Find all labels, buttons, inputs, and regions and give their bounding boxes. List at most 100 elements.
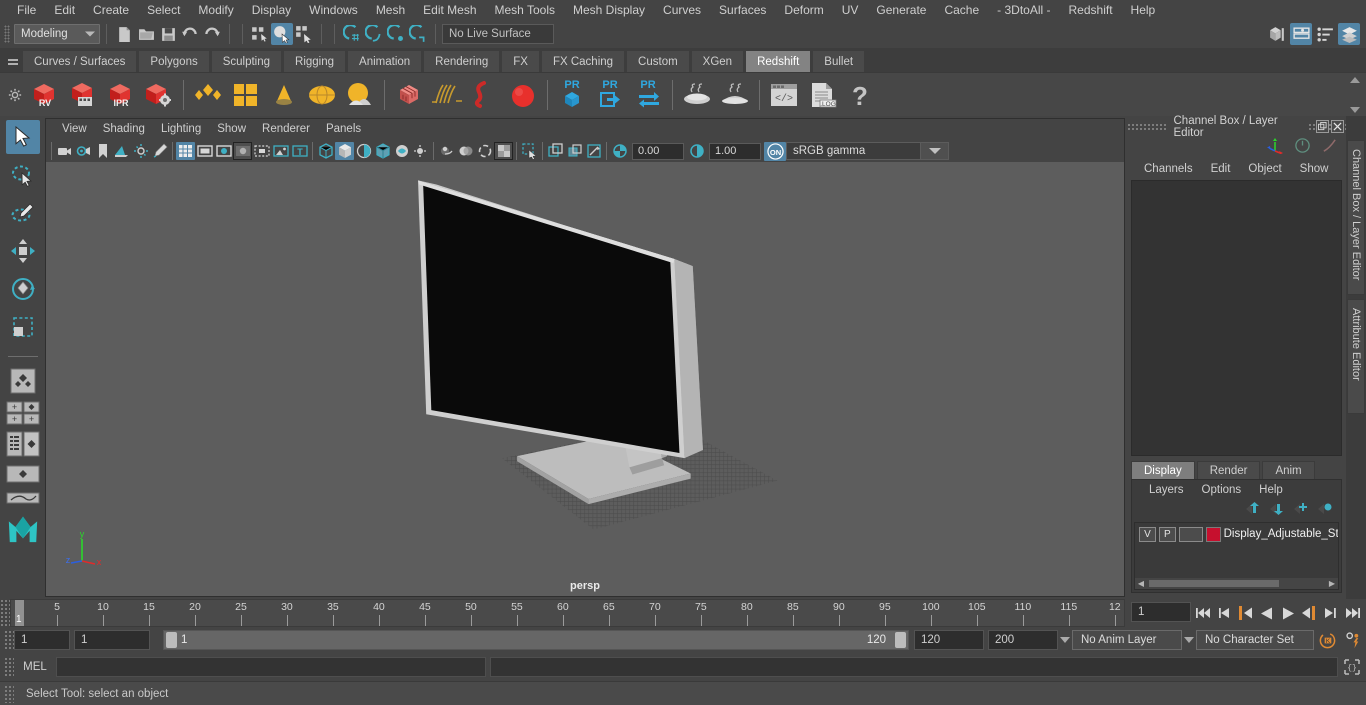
shelf-button-physical-sun[interactable] — [341, 75, 379, 115]
snap-to-curves-icon[interactable] — [363, 23, 385, 45]
menu-display[interactable]: Display — [243, 0, 300, 20]
lasso-select-tool-button[interactable] — [6, 158, 40, 192]
layer-color-swatch[interactable] — [1205, 526, 1221, 542]
film-gate-icon[interactable] — [195, 142, 214, 160]
shelf-tab-curves-surfaces[interactable]: Curves / Surfaces — [22, 50, 138, 72]
shelf-button-script-editor[interactable]: </> — [765, 75, 803, 115]
live-surface-field[interactable]: No Live Surface — [442, 24, 554, 44]
playback-end-time-field[interactable]: 120 — [914, 630, 984, 650]
channel-box-menu-show[interactable]: Show — [1291, 163, 1338, 175]
viewport-menu-renderer[interactable]: Renderer — [254, 119, 318, 140]
film-origin-icon[interactable] — [252, 142, 271, 160]
select-by-object-type-icon[interactable] — [271, 23, 293, 45]
menu-file[interactable]: File — [8, 0, 45, 20]
time-slider[interactable]: 1 5 10 15 20 25 30 35 40 45 50 55 60 65 70 75 80 85 90 95 1… — [10, 599, 1125, 627]
viewport-menu-lighting[interactable]: Lighting — [153, 119, 209, 140]
snap-to-projected-center-icon[interactable] — [407, 23, 429, 45]
menu-edit-mesh[interactable]: Edit Mesh — [414, 0, 485, 20]
shelf-button-pr-transfer[interactable]: PR — [629, 75, 667, 115]
shelf-button-hair[interactable] — [428, 75, 466, 115]
isolate-select-icon[interactable] — [520, 142, 539, 160]
range-slider-bar[interactable]: 1 120 — [163, 630, 909, 650]
smooth-shade-icon[interactable] — [335, 142, 354, 160]
menu-mesh-display[interactable]: Mesh Display — [564, 0, 654, 20]
step-back-keyframe-icon[interactable] — [1216, 602, 1234, 624]
select-tool-button[interactable] — [5, 120, 40, 154]
menu-mesh-tools[interactable]: Mesh Tools — [486, 0, 564, 20]
menu-redshift[interactable]: Redshift — [1060, 0, 1122, 20]
shelf-button-render-view[interactable]: RV — [26, 75, 64, 115]
channel-box-menu-object[interactable]: Object — [1239, 163, 1290, 175]
color-management-field[interactable]: sRGB gamma — [786, 142, 921, 160]
menu-cache[interactable]: Cache — [935, 0, 988, 20]
menu-uv[interactable]: UV — [833, 0, 868, 20]
layout-outliner-persp-button[interactable] — [6, 429, 40, 459]
command-language-label[interactable]: MEL — [14, 661, 56, 673]
scroll-right-arrow-icon[interactable]: ▶ — [1326, 578, 1338, 589]
auto-keyframe-icon[interactable]: K — [1314, 631, 1340, 650]
shelf-button-lights[interactable] — [189, 75, 227, 115]
layer-name[interactable]: Display_Adjustable_St — [1224, 528, 1338, 540]
save-scene-icon[interactable] — [157, 23, 179, 45]
menu-select[interactable]: Select — [138, 0, 189, 20]
layer-tab-render[interactable]: Render — [1196, 461, 1261, 479]
bookmark-icon[interactable] — [93, 142, 112, 160]
menu-3dtoall[interactable]: - 3DtoAll - — [988, 0, 1059, 20]
shelf-tab-animation[interactable]: Animation — [347, 50, 423, 72]
shelf-button-pr-export[interactable]: PR — [591, 75, 629, 115]
shelf-scroll-arrows[interactable] — [1348, 77, 1362, 113]
layout-hypergraph-persp-button[interactable] — [6, 462, 40, 488]
step-forward-frame-icon[interactable] — [1300, 602, 1318, 624]
menu-create[interactable]: Create — [84, 0, 138, 20]
use-default-light-icon[interactable] — [411, 142, 430, 160]
vertical-tab-channel-box[interactable]: Channel Box / Layer Editor — [1347, 140, 1365, 295]
shelf-tab-fx-caching[interactable]: FX Caching — [540, 50, 626, 72]
panel-drag-handle[interactable] — [1127, 123, 1166, 131]
menu-mesh[interactable]: Mesh — [367, 0, 414, 20]
channel-box-content[interactable] — [1131, 180, 1342, 456]
shelf-button-ies-light[interactable] — [265, 75, 303, 115]
play-forwards-icon[interactable] — [1279, 602, 1297, 624]
layer-row[interactable]: V P Display_Adjustable_St — [1135, 525, 1338, 543]
menu-help[interactable]: Help — [1122, 0, 1165, 20]
show-hide-modeling-toolkit-icon[interactable] — [1266, 23, 1288, 45]
shelf-button-sphere[interactable] — [504, 75, 542, 115]
xray-joints-icon[interactable] — [565, 142, 584, 160]
help-line-gripper[interactable] — [4, 684, 14, 703]
shelf-button-log[interactable]: .LOG — [803, 75, 841, 115]
snap-to-points-icon[interactable] — [385, 23, 407, 45]
layout-four-view-button[interactable]: + + + — [6, 400, 40, 426]
anim-layer-dropdown-arrow[interactable] — [1058, 630, 1072, 650]
new-scene-icon[interactable] — [113, 23, 135, 45]
grid-icon[interactable] — [176, 142, 195, 160]
layer-tab-anim[interactable]: Anim — [1262, 461, 1315, 479]
layer-list[interactable]: V P Display_Adjustable_St ◀ ▶ — [1134, 522, 1339, 590]
layer-menu-options[interactable]: Options — [1193, 484, 1251, 496]
shelf-button-render-sequence[interactable] — [64, 75, 102, 115]
menu-generate[interactable]: Generate — [867, 0, 935, 20]
image-plane-display-icon[interactable] — [271, 142, 290, 160]
shelf-button-bake-set[interactable] — [716, 75, 754, 115]
animation-preferences-icon[interactable] — [1340, 631, 1366, 650]
status-line-gripper[interactable] — [4, 25, 10, 43]
shelf-button-dome-light[interactable] — [303, 75, 341, 115]
shelf-button-area-light[interactable] — [227, 75, 265, 115]
flat-shade-icon[interactable] — [354, 142, 373, 160]
go-to-end-icon[interactable] — [1342, 602, 1360, 624]
redo-icon[interactable] — [201, 23, 223, 45]
color-management-dropdown-arrow[interactable] — [921, 142, 949, 160]
select-by-hierarchy-icon[interactable] — [249, 23, 271, 45]
command-output-field[interactable] — [490, 657, 1338, 677]
playback-start-time-field[interactable]: 1 — [74, 630, 150, 650]
anim-layer-selector[interactable]: No Anim Layer — [1072, 630, 1182, 650]
go-to-start-icon[interactable] — [1195, 602, 1213, 624]
range-start-handle[interactable] — [166, 632, 177, 648]
shelf-button-ipr[interactable]: IPR — [102, 75, 140, 115]
two-sided-lighting-icon[interactable] — [131, 142, 150, 160]
exposure-field[interactable]: 0.00 — [632, 142, 684, 160]
shelf-button-help[interactable]: ? — [841, 75, 879, 115]
chevron-up-icon[interactable] — [1350, 77, 1360, 83]
shelf-tab-redshift[interactable]: Redshift — [745, 50, 812, 72]
shelf-tab-sculpting[interactable]: Sculpting — [210, 50, 283, 72]
layer-visibility-toggle[interactable]: V — [1139, 526, 1156, 542]
